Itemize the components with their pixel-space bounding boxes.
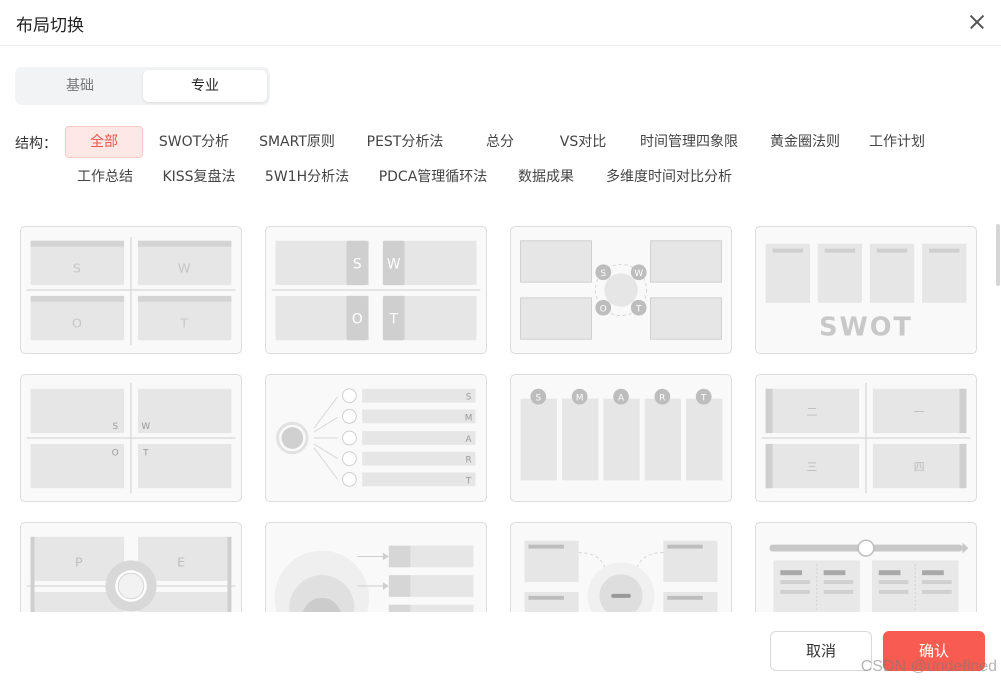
watermark-text: CSDN @undefined	[860, 658, 997, 675]
card3-s: S	[600, 269, 606, 279]
card1-w: W	[178, 261, 191, 276]
chip-work-plan[interactable]: 工作计划	[860, 126, 934, 158]
chip-swot[interactable]: SWOT分析	[150, 126, 238, 158]
card6-t: T	[465, 476, 472, 486]
card6-m: M	[465, 413, 473, 423]
card2-t: T	[389, 311, 399, 327]
template-card-smart-1[interactable]: S M A R T	[265, 374, 487, 502]
card5-t: T	[142, 449, 149, 459]
template-card-pest[interactable]: P E	[20, 522, 242, 612]
tab-pro[interactable]: 专业	[143, 70, 267, 102]
chip-pest[interactable]: PEST分析法	[356, 126, 454, 158]
card5-w: W	[141, 422, 150, 432]
card7-m: M	[576, 394, 584, 404]
layout-switch-dialog: 布局切换 基础 专业 结构： 全部 SWOT分析 SMART原则 PEST分析法…	[0, 0, 1001, 687]
card9-p: P	[75, 555, 83, 570]
chip-all[interactable]: 全部	[65, 126, 143, 158]
chip-data-results[interactable]: 数据成果	[508, 161, 584, 193]
chip-time-quadrant[interactable]: 时间管理四象限	[628, 126, 750, 158]
swot-quadrant-thumbnail: S W O T	[26, 236, 236, 346]
template-card-swot-4[interactable]: SWOT	[755, 226, 977, 354]
smart-list-thumbnail: S M A R T	[276, 388, 476, 487]
card6-r: R	[465, 456, 471, 466]
swot-circle-thumbnail: S W O T	[520, 240, 722, 340]
card8-q3: 三	[806, 460, 817, 473]
timeline-thumbnail	[769, 539, 969, 612]
card7-s: S	[536, 394, 542, 404]
work-plan-thumbnail	[524, 540, 718, 612]
smart-columns-thumbnail: S M A R T	[520, 388, 723, 481]
cancel-button[interactable]: 取消	[770, 631, 872, 671]
card7-a: A	[618, 394, 624, 404]
chip-work-summary[interactable]: 工作总结	[68, 161, 142, 193]
template-card-swot-3[interactable]: S W O T	[510, 226, 732, 354]
swot-columns-thumbnail: SWOT	[765, 243, 967, 342]
close-icon[interactable]	[965, 10, 989, 34]
swot-axis-thumbnail: S W O T	[26, 382, 236, 494]
chip-general[interactable]: 总分	[470, 126, 530, 158]
template-card-swot-2[interactable]: S W O T	[265, 226, 487, 354]
card5-o: O	[112, 449, 119, 459]
card6-s: S	[466, 393, 472, 403]
structure-label: 结构：	[15, 136, 57, 152]
card4-swot: SWOT	[819, 312, 913, 342]
card2-s: S	[353, 256, 362, 272]
scrollbar-thumb[interactable]	[996, 224, 1000, 286]
card5-s: S	[112, 422, 118, 432]
template-card-golden-circle[interactable]	[265, 522, 487, 612]
card1-t: T	[179, 316, 188, 331]
tab-basic[interactable]: 基础	[18, 70, 142, 102]
card7-t: T	[700, 394, 707, 404]
chip-5w1h[interactable]: 5W1H分析法	[256, 161, 358, 193]
chip-golden-circle[interactable]: 黄金圈法则	[760, 126, 850, 158]
card8-q4: 四	[914, 460, 925, 473]
template-card-quadrant[interactable]: 二 一 三 四	[755, 374, 977, 502]
card7-r: R	[659, 394, 665, 404]
card8-q1: 一	[914, 405, 925, 418]
template-card-smart-2[interactable]: S M A R T	[510, 374, 732, 502]
card3-o: O	[600, 305, 607, 315]
card9-e: E	[177, 555, 185, 570]
card1-s: S	[73, 261, 81, 276]
swot-center-thumbnail: S W O T	[271, 240, 481, 341]
chip-smart[interactable]: SMART原则	[248, 126, 346, 158]
card2-o: O	[352, 311, 363, 327]
time-quadrant-thumbnail: 二 一 三 四	[761, 382, 971, 494]
template-card-swot-5[interactable]: S W O T	[20, 374, 242, 502]
card1-o: O	[72, 316, 82, 331]
chip-pdca[interactable]: PDCA管理循环法	[368, 161, 498, 193]
card2-w: W	[387, 256, 401, 272]
chip-vs[interactable]: VS对比	[550, 126, 616, 158]
golden-circle-thumbnail	[274, 545, 474, 612]
card3-t: T	[635, 305, 642, 315]
layout-template-grid: S W O T S W O T S W O T SWOT S W O T S M…	[0, 210, 1001, 612]
template-card-timeline[interactable]	[755, 522, 977, 612]
template-card-work-plan[interactable]	[510, 522, 732, 612]
category-segmented-control: 基础 专业	[15, 67, 270, 105]
card8-q2: 二	[806, 405, 817, 418]
dialog-header: 布局切换	[0, 0, 1001, 46]
card6-a: A	[466, 435, 472, 445]
card3-w: W	[634, 269, 643, 279]
pest-thumbnail: P E	[26, 536, 236, 612]
template-card-swot-1[interactable]: S W O T	[20, 226, 242, 354]
chip-kiss[interactable]: KISS复盘法	[152, 161, 246, 193]
dialog-title: 布局切换	[16, 16, 84, 36]
chip-multi-dim-time[interactable]: 多维度时间对比分析	[594, 161, 744, 193]
